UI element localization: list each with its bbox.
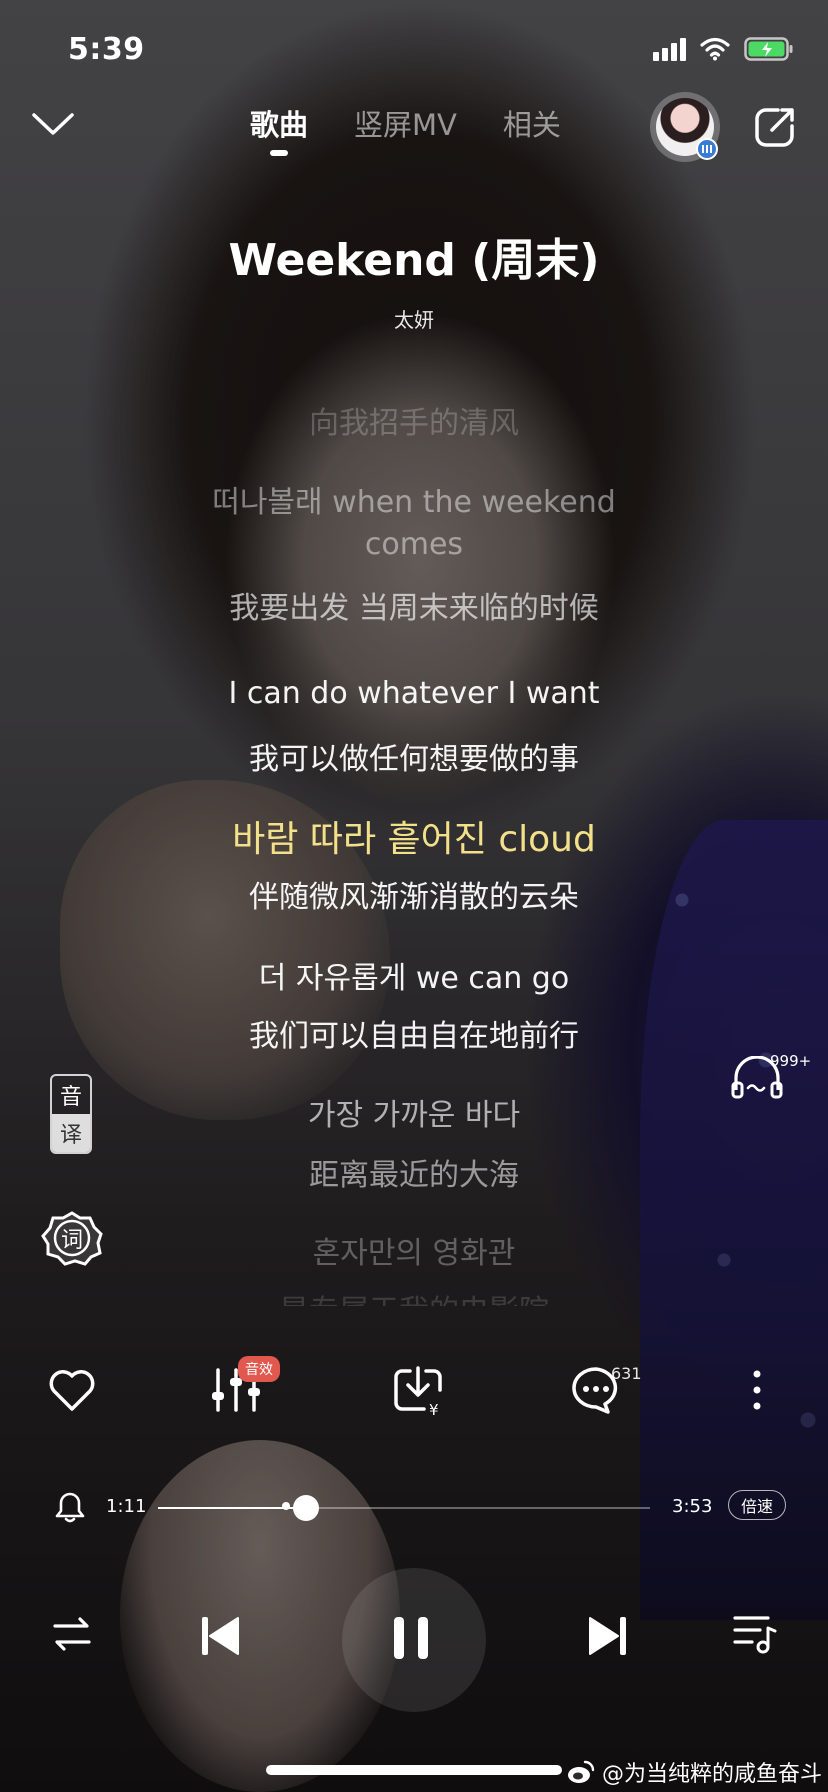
more-button[interactable] bbox=[744, 1362, 800, 1418]
lyric-line: I can do whatever I want bbox=[228, 676, 600, 711]
lyric-line-current: 바람 따라 흩어진 cloud bbox=[232, 819, 596, 860]
more-vertical-icon bbox=[753, 1370, 761, 1410]
shuffle-icon bbox=[53, 1617, 91, 1651]
playlist-button[interactable] bbox=[732, 1612, 778, 1660]
tab-bar: 歌曲 竖屏MV 相关 bbox=[250, 102, 561, 156]
lyric-line: 我可以做任何想要做的事 bbox=[249, 742, 579, 777]
lyric-line: 是专属于我的电影院 bbox=[0, 1286, 828, 1306]
tab-related[interactable]: 相关 bbox=[503, 102, 561, 144]
buffer-marker bbox=[281, 1502, 290, 1510]
singer-avatar-button[interactable] bbox=[650, 92, 720, 162]
like-button[interactable] bbox=[44, 1362, 100, 1418]
lyric-line: comes bbox=[364, 527, 464, 562]
sound-effect-badge: 音效 bbox=[238, 1356, 280, 1382]
svg-text:¥: ¥ bbox=[429, 1401, 439, 1418]
yin-label: 音 bbox=[59, 1085, 82, 1110]
share-button[interactable] bbox=[752, 104, 798, 150]
lyric-line: 距离最近的大海 bbox=[309, 1158, 519, 1193]
play-mode-button[interactable] bbox=[52, 1614, 92, 1658]
status-bar: 5:39 bbox=[0, 30, 828, 70]
chevron-down-icon bbox=[32, 113, 74, 135]
download-button[interactable]: ¥ bbox=[390, 1362, 446, 1419]
lyric-line: 가장 가까운 바다 bbox=[307, 1098, 521, 1133]
progress-slider[interactable] bbox=[158, 1495, 650, 1521]
tab-vertical-mv[interactable]: 竖屏MV bbox=[354, 102, 457, 144]
wifi-icon bbox=[700, 37, 730, 61]
lyric-line: 더 자유롭게 we can go bbox=[258, 961, 570, 996]
comment-count: 631 bbox=[611, 1364, 642, 1383]
lyric-line: 伴随微风渐渐消散的云朵 bbox=[249, 880, 579, 915]
progress-thumb[interactable] bbox=[292, 1495, 319, 1521]
pause-button[interactable] bbox=[390, 1614, 434, 1666]
song-artist[interactable]: 太妍 bbox=[0, 304, 828, 333]
next-button[interactable] bbox=[588, 1614, 628, 1662]
heart-icon bbox=[49, 1370, 95, 1411]
action-bar: ¥ bbox=[0, 1362, 828, 1422]
share-icon bbox=[755, 108, 794, 147]
status-time: 5:39 bbox=[68, 32, 145, 67]
status-icons bbox=[653, 36, 794, 62]
lyric-line: 혼자만의 영화관 bbox=[312, 1236, 516, 1271]
skip-previous-icon bbox=[202, 1617, 239, 1655]
lyric-line: 我要出发 当周末来临的时候 bbox=[229, 591, 599, 626]
ci-label: 词 bbox=[60, 1228, 83, 1253]
lyric-line: 向我招手的清风 bbox=[309, 406, 519, 441]
playing-badge-icon bbox=[696, 138, 718, 160]
skip-next-icon bbox=[589, 1617, 626, 1655]
avatar bbox=[656, 98, 718, 160]
download-paid-icon: ¥ bbox=[394, 1366, 442, 1419]
previous-button[interactable] bbox=[200, 1614, 240, 1662]
total-time: 3:53 bbox=[672, 1496, 713, 1517]
sleep-timer-button[interactable] bbox=[54, 1490, 86, 1528]
yi-label: 译 bbox=[52, 1114, 90, 1152]
collapse-button[interactable] bbox=[28, 104, 78, 144]
song-title: Weekend (周末) bbox=[228, 235, 600, 286]
playlist-icon bbox=[733, 1616, 777, 1654]
playback-speed-button[interactable]: 倍速 bbox=[728, 1490, 786, 1520]
tab-song[interactable]: 歌曲 bbox=[250, 102, 308, 156]
weibo-logo-icon bbox=[568, 1760, 595, 1783]
current-time: 1:11 bbox=[106, 1496, 147, 1517]
playback-controls bbox=[0, 1580, 828, 1700]
cellular-signal-icon bbox=[653, 37, 686, 61]
listen-count: 999+ bbox=[770, 1052, 812, 1070]
pause-icon bbox=[394, 1617, 428, 1659]
top-nav: 歌曲 竖屏MV 相关 bbox=[0, 92, 828, 162]
home-indicator[interactable] bbox=[266, 1765, 562, 1775]
weibo-watermark: @为当纯粹的咸鱼奋斗 bbox=[566, 1756, 822, 1788]
bell-icon bbox=[55, 1492, 85, 1523]
watermark-text: @为当纯粹的咸鱼奋斗 bbox=[602, 1762, 823, 1787]
lyrics-style-button[interactable]: 词 bbox=[40, 1210, 104, 1266]
lyric-line: 我们可以自由自在地前行 bbox=[249, 1019, 579, 1054]
lyric-line: 떠나볼래 when the weekend bbox=[212, 485, 616, 520]
progress-row: 1:11 3:53 倍速 bbox=[0, 1486, 828, 1526]
battery-icon bbox=[744, 36, 794, 62]
transliteration-toggle[interactable]: 音 译 bbox=[50, 1074, 92, 1154]
